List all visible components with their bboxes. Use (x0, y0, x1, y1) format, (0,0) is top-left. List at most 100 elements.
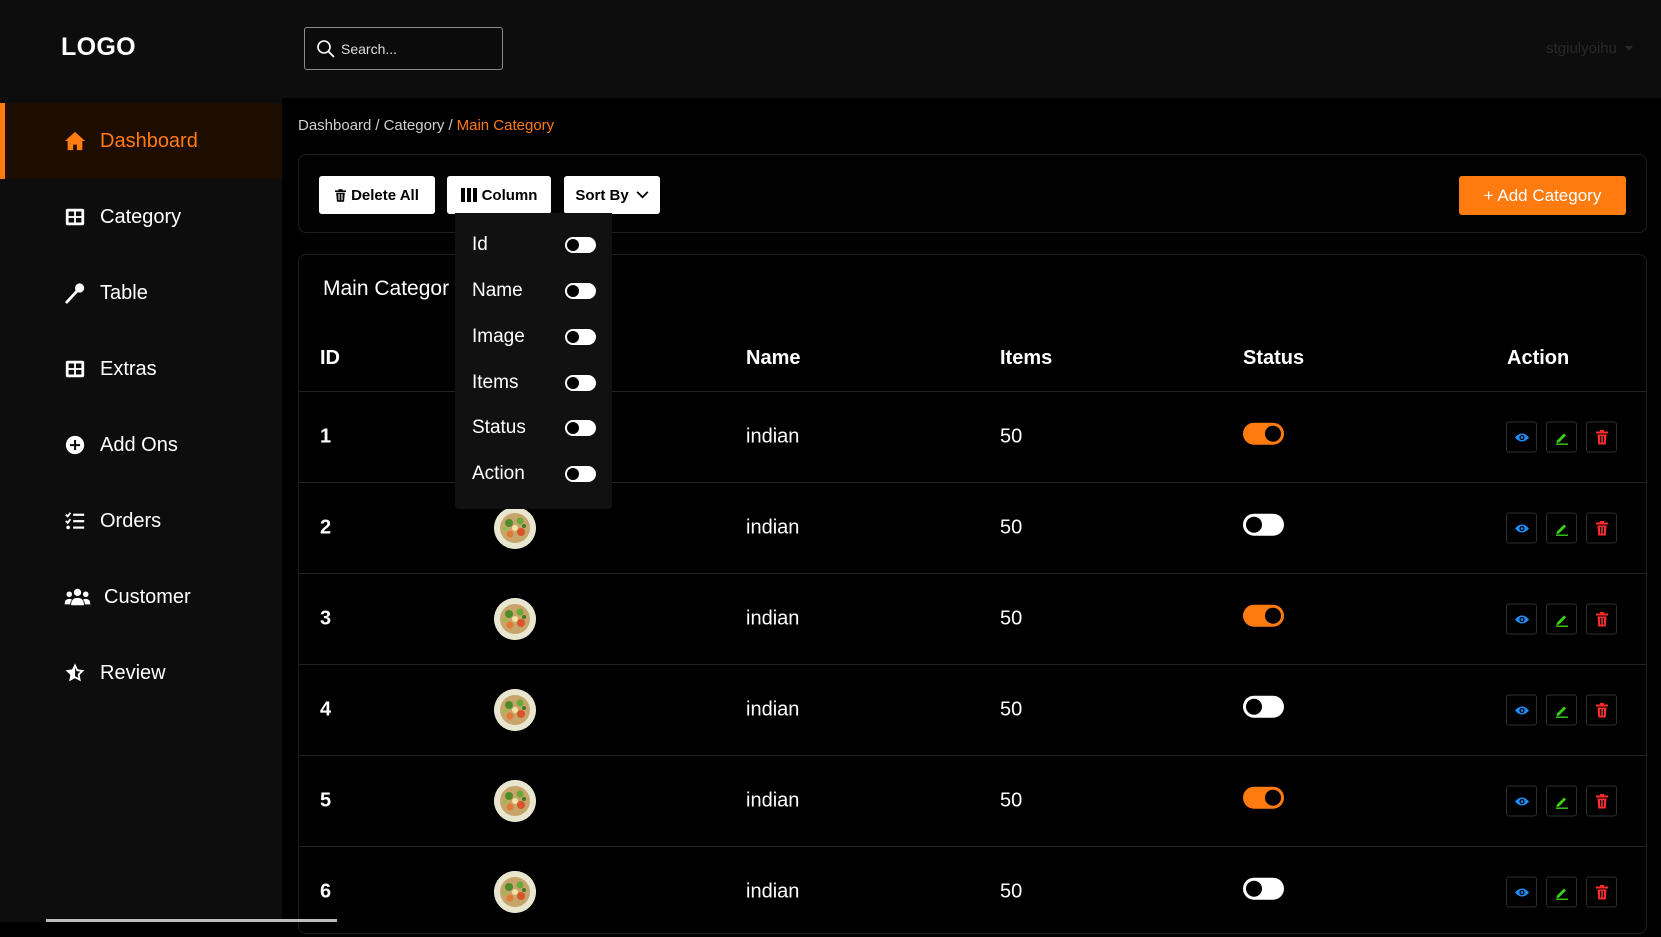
breadcrumb-dashboard[interactable]: Dashboard (298, 117, 371, 134)
view-button[interactable] (1506, 603, 1537, 635)
row-name: indian (746, 880, 800, 903)
row-id: 2 (320, 516, 332, 539)
column-toggle[interactable] (565, 237, 596, 253)
pencil-icon (1554, 793, 1570, 809)
column-button[interactable]: Column (447, 176, 551, 214)
sidebar-item-label: Add Ons (100, 433, 178, 456)
column-header-id[interactable]: ID (320, 347, 340, 370)
edit-button[interactable] (1546, 421, 1577, 453)
card-title: Main Categor (323, 277, 450, 300)
eye-icon (1514, 520, 1530, 536)
row-items: 50 (1000, 698, 1023, 721)
column-option-id[interactable]: Id (472, 230, 596, 260)
delete-button[interactable] (1586, 421, 1617, 453)
pencil-icon (1554, 520, 1570, 536)
view-button[interactable] (1506, 694, 1537, 726)
column-toggle[interactable] (565, 466, 596, 482)
chevron-down-icon (636, 191, 649, 199)
column-header-name[interactable]: Name (746, 347, 800, 370)
search-input[interactable] (341, 40, 491, 57)
table-row: 5 indian 50 (299, 755, 1646, 846)
delete-all-button[interactable]: Delete All (319, 176, 435, 214)
view-button[interactable] (1506, 421, 1537, 453)
sidebar-item-table[interactable]: Table (0, 255, 282, 331)
category-image (494, 780, 536, 822)
table-row: 6 indian 50 (299, 846, 1646, 937)
column-toggle[interactable] (565, 375, 596, 391)
sidebar-item-dashboard[interactable]: Dashboard (0, 103, 282, 179)
delete-button[interactable] (1586, 512, 1617, 544)
edit-button[interactable] (1546, 876, 1577, 908)
breadcrumb-category[interactable]: Category (384, 117, 445, 134)
row-name: indian (746, 698, 800, 721)
delete-button[interactable] (1586, 876, 1617, 908)
trash-icon (1594, 520, 1610, 536)
user-name: stgiulyoihu (1546, 40, 1617, 57)
users-icon (63, 585, 91, 609)
column-option-status[interactable]: Status (472, 413, 596, 443)
edit-button[interactable] (1546, 785, 1577, 817)
user-menu[interactable]: stgiulyoihu (1546, 40, 1633, 57)
pencil-icon (1554, 702, 1570, 718)
spoon-icon (63, 281, 87, 305)
list-icon (63, 509, 87, 533)
trash-icon (1594, 429, 1610, 445)
eye-icon (1514, 884, 1530, 900)
sidebar-item-label: Category (100, 205, 182, 228)
row-id: 3 (320, 607, 332, 630)
sidebar-item-customer[interactable]: Customer (0, 559, 282, 635)
row-id: 5 (320, 789, 332, 812)
row-name: indian (746, 516, 800, 539)
delete-button[interactable] (1586, 785, 1617, 817)
status-toggle[interactable] (1243, 513, 1284, 536)
column-option-action[interactable]: Action (472, 459, 596, 489)
table-row: 3 indian 50 (299, 573, 1646, 664)
add-category-button[interactable]: + Add Category (1459, 176, 1626, 215)
status-toggle[interactable] (1243, 786, 1284, 809)
trash-icon (1594, 702, 1610, 718)
column-header-status[interactable]: Status (1243, 347, 1304, 370)
trash-icon (1594, 884, 1610, 900)
view-button[interactable] (1506, 512, 1537, 544)
sidebar-item-orders[interactable]: Orders (0, 483, 282, 559)
chevron-down-icon (1625, 46, 1633, 51)
edit-button[interactable] (1546, 694, 1577, 726)
sidebar-item-extras[interactable]: Extras (0, 331, 282, 407)
edit-button[interactable] (1546, 512, 1577, 544)
sidebar-item-label: Orders (100, 509, 162, 532)
view-button[interactable] (1506, 876, 1537, 908)
trash-icon (1594, 793, 1610, 809)
pencil-icon (1554, 429, 1570, 445)
sidebar-item-add-ons[interactable]: Add Ons (0, 407, 282, 483)
plus-circle-icon (63, 433, 87, 457)
column-toggle[interactable] (565, 283, 596, 299)
column-header-action: Action (1507, 347, 1570, 369)
column-option-items[interactable]: Items (472, 368, 596, 398)
sort-by-button[interactable]: Sort By (564, 176, 660, 214)
delete-button[interactable] (1586, 694, 1617, 726)
search-box[interactable] (304, 27, 503, 70)
sidebar-item-category[interactable]: Category (0, 179, 282, 255)
column-option-name[interactable]: Name (472, 276, 596, 306)
breadcrumb: Dashboard / Category / Main Category (298, 117, 555, 134)
status-toggle[interactable] (1243, 422, 1284, 445)
status-toggle[interactable] (1243, 877, 1284, 900)
column-toggle[interactable] (565, 420, 596, 436)
edit-button[interactable] (1546, 603, 1577, 635)
sidebar-item-review[interactable]: Review (0, 635, 282, 711)
column-toggle[interactable] (565, 329, 596, 345)
row-items: 50 (1000, 607, 1023, 630)
row-name: indian (746, 789, 800, 812)
view-button[interactable] (1506, 785, 1537, 817)
status-toggle[interactable] (1243, 695, 1284, 718)
column-header-items[interactable]: Items (1000, 347, 1052, 370)
row-name: indian (746, 425, 800, 448)
sidebar-item-label: Table (100, 281, 148, 304)
eye-icon (1514, 611, 1530, 627)
pencil-icon (1554, 611, 1570, 627)
status-toggle[interactable] (1243, 604, 1284, 627)
column-option-image[interactable]: Image (472, 322, 596, 352)
logo[interactable]: LOGO (61, 33, 136, 62)
row-items: 50 (1000, 789, 1023, 812)
delete-button[interactable] (1586, 603, 1617, 635)
